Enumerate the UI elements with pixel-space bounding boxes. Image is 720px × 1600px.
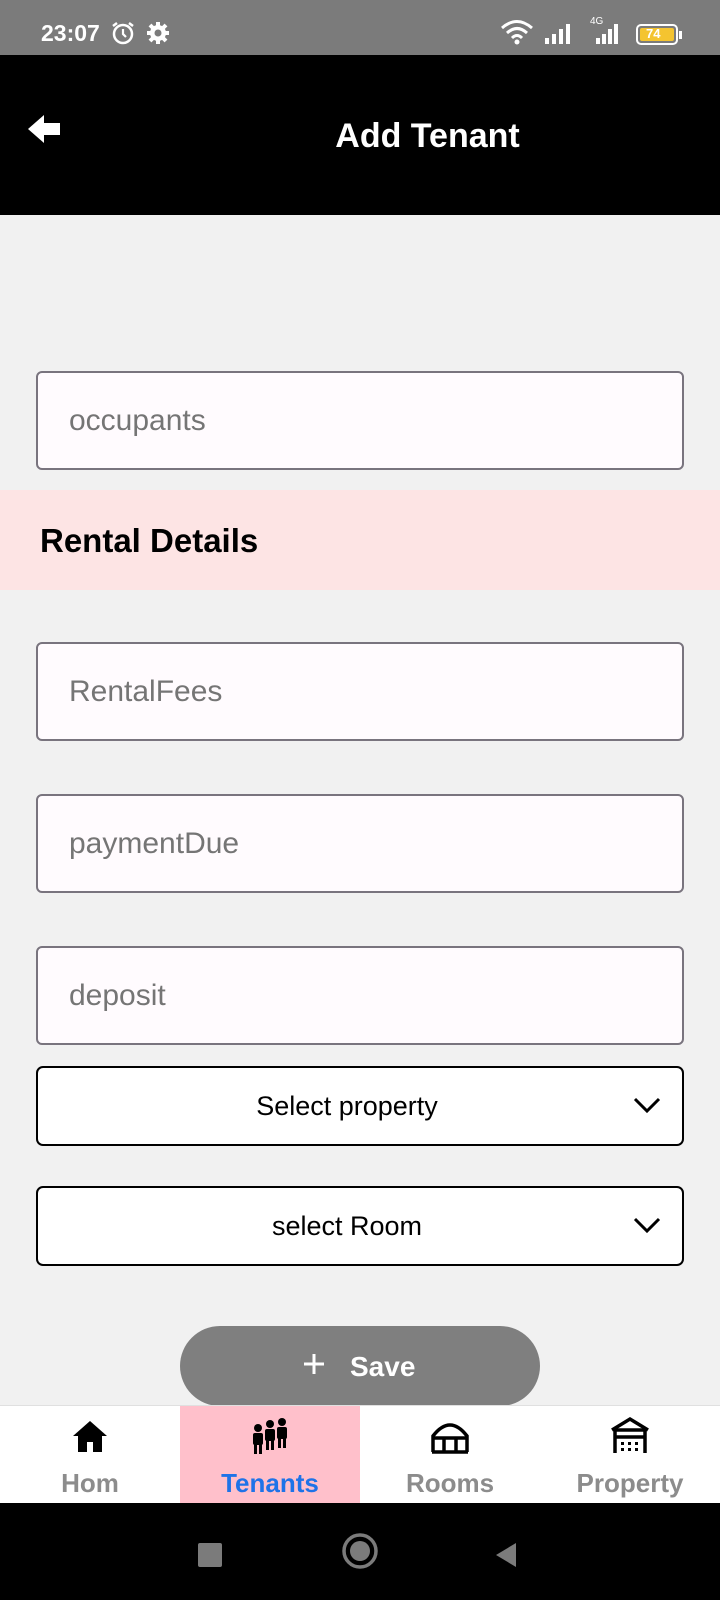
rental-details-section: Rental Details: [0, 490, 720, 590]
battery-icon: 74: [636, 24, 684, 51]
wifi-icon: [500, 18, 534, 51]
plus-icon: [302, 1346, 326, 1382]
home-circle-icon[interactable]: [340, 1531, 380, 1576]
rooms-icon: [430, 1416, 470, 1456]
recents-icon[interactable]: [198, 1543, 222, 1572]
nav-item-tenants[interactable]: Tenants: [180, 1406, 360, 1504]
tenants-icon: [250, 1416, 290, 1456]
signal-icon: [543, 20, 573, 51]
nav-label-property: Property: [576, 1468, 684, 1498]
payment-due-input[interactable]: [36, 794, 684, 893]
save-button[interactable]: Save: [180, 1326, 540, 1406]
nav-item-property[interactable]: Property: [540, 1406, 720, 1504]
status-time: 23:07: [41, 20, 100, 46]
nav-item-home[interactable]: Hom: [0, 1406, 180, 1504]
deposit-input[interactable]: [36, 946, 684, 1045]
signal-4g-icon: 4G: [588, 16, 624, 51]
save-button-label: Save: [350, 1351, 416, 1382]
status-bar: 23:07 4G 74: [0, 0, 720, 55]
property-icon: [610, 1416, 650, 1456]
nav-label-tenants: Tenants: [221, 1468, 319, 1498]
chevron-down-icon: [632, 1094, 662, 1116]
nav-label-rooms: Rooms: [405, 1468, 495, 1498]
system-nav-bar: [0, 1503, 720, 1600]
alarm-icon: [110, 20, 136, 51]
page-title: Add Tenant: [335, 117, 520, 155]
section-title: Rental Details: [40, 522, 259, 559]
chevron-down-icon: [632, 1214, 662, 1236]
battery-level: 74: [646, 26, 661, 41]
settings-icon: [145, 20, 171, 51]
room-select-label: select Room: [271, 1211, 423, 1241]
nav-item-rooms[interactable]: Rooms: [360, 1406, 540, 1504]
room-select[interactable]: select Room: [36, 1186, 684, 1266]
network-type-label: 4G: [590, 16, 604, 27]
property-select-label: Select property: [256, 1091, 438, 1121]
bottom-nav: Hom Tenants Rooms Property: [0, 1405, 720, 1504]
occupants-input[interactable]: [36, 371, 684, 470]
back-triangle-icon[interactable]: [494, 1541, 518, 1574]
rental-fees-input[interactable]: [36, 642, 684, 741]
app-bar: Add Tenant: [0, 55, 720, 215]
property-select[interactable]: Select property: [36, 1066, 684, 1146]
home-icon: [70, 1416, 110, 1456]
nav-label-home: Hom: [61, 1468, 119, 1498]
